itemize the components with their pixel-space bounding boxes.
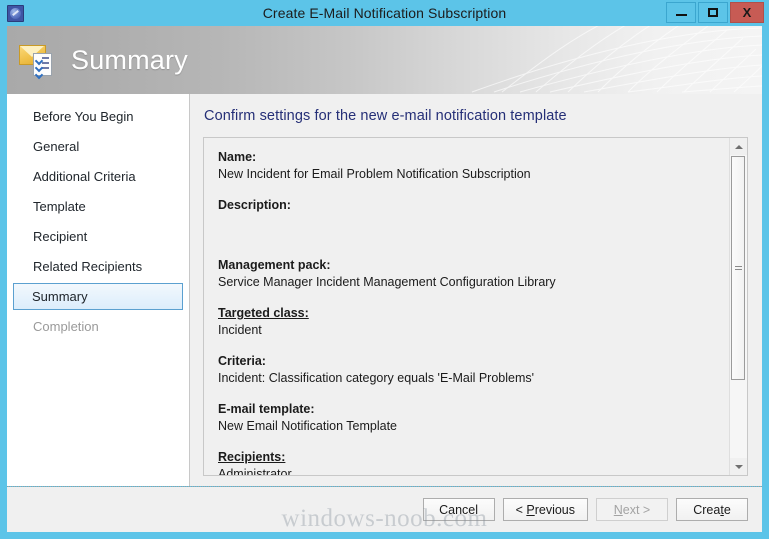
envelope-checklist-icon <box>19 43 59 80</box>
subscription-icon <box>7 4 24 22</box>
summary-scrollbar[interactable] <box>729 138 747 475</box>
next-button: Next > <box>596 498 668 521</box>
minimize-icon <box>675 14 687 16</box>
create-button[interactable]: Crea t e <box>676 498 748 521</box>
summary-label-email-template: E-mail template: <box>218 402 315 416</box>
sidebar-item-additional-criteria[interactable]: Additional Criteria <box>13 163 183 190</box>
scroll-up-arrow[interactable] <box>730 138 747 155</box>
summary-label-management-pack: Management pack: <box>218 258 331 272</box>
scrollbar-track[interactable] <box>730 155 747 458</box>
mesh-swoosh-decoration <box>471 26 762 93</box>
summary-value-email-template: New Email Notification Template <box>218 419 398 433</box>
window-title: Create E-Mail Notification Subscription <box>262 5 507 21</box>
sidebar-item-general[interactable]: General <box>13 133 183 160</box>
summary-label-criteria: Criteria: <box>218 354 266 368</box>
window-bottom-edge <box>0 532 769 539</box>
summary-label-description: Description: <box>218 198 291 212</box>
wizard-step-list: Before You Begin General Additional Crit… <box>7 94 190 486</box>
sidebar-item-related-recipients[interactable]: Related Recipients <box>13 253 183 280</box>
summary-label-targeted-class: Targeted class: <box>218 306 309 320</box>
scrollbar-thumb[interactable] <box>731 156 745 381</box>
title-bar: Create E-Mail Notification Subscription … <box>0 0 769 26</box>
banner-title: Summary <box>71 44 188 75</box>
sidebar-item-completion: Completion <box>33 319 99 334</box>
summary-value-recipients: Administrator <box>218 467 292 475</box>
header-banner: Summary <box>7 26 762 94</box>
summary-panel: Name: New Incident for Email Problem Not… <box>203 137 748 476</box>
dialog-body: Before You Begin General Additional Crit… <box>7 94 762 486</box>
summary-label-name: Name: <box>218 150 257 164</box>
dialog-window: Create E-Mail Notification Subscription … <box>0 0 769 539</box>
cancel-button[interactable]: Cancel <box>422 498 495 521</box>
summary-content: Name: New Incident for Email Problem Not… <box>204 138 729 475</box>
summary-value-description <box>218 214 729 231</box>
close-button[interactable]: X <box>730 2 764 23</box>
page-title: Confirm settings for the new e-mail noti… <box>204 108 567 124</box>
summary-value-criteria: Incident: Classification category equals… <box>218 371 535 385</box>
sidebar-item-summary[interactable]: Summary <box>13 283 183 310</box>
scroll-down-arrow[interactable] <box>730 458 747 475</box>
sidebar-item-before-you-begin[interactable]: Before You Begin <box>13 103 183 130</box>
summary-label-recipients: Recipients: <box>218 450 286 464</box>
maximize-button[interactable] <box>698 2 728 23</box>
window-controls: X <box>666 2 764 23</box>
button-bar: Cancel < Previous Next > Crea t e <box>7 487 762 532</box>
summary-value-management-pack: Service Manager Incident Management Conf… <box>218 275 556 289</box>
summary-value-name: New Incident for Email Problem Notificat… <box>218 167 531 181</box>
main-panel: Confirm settings for the new e-mail noti… <box>190 94 762 486</box>
minimize-button[interactable] <box>666 2 696 23</box>
sidebar-item-recipient[interactable]: Recipient <box>13 223 183 250</box>
summary-value-targeted-class: Incident <box>218 323 262 337</box>
maximize-icon <box>708 8 718 17</box>
sidebar-item-template[interactable]: Template <box>13 193 183 220</box>
previous-button[interactable]: < Previous <box>502 498 588 521</box>
